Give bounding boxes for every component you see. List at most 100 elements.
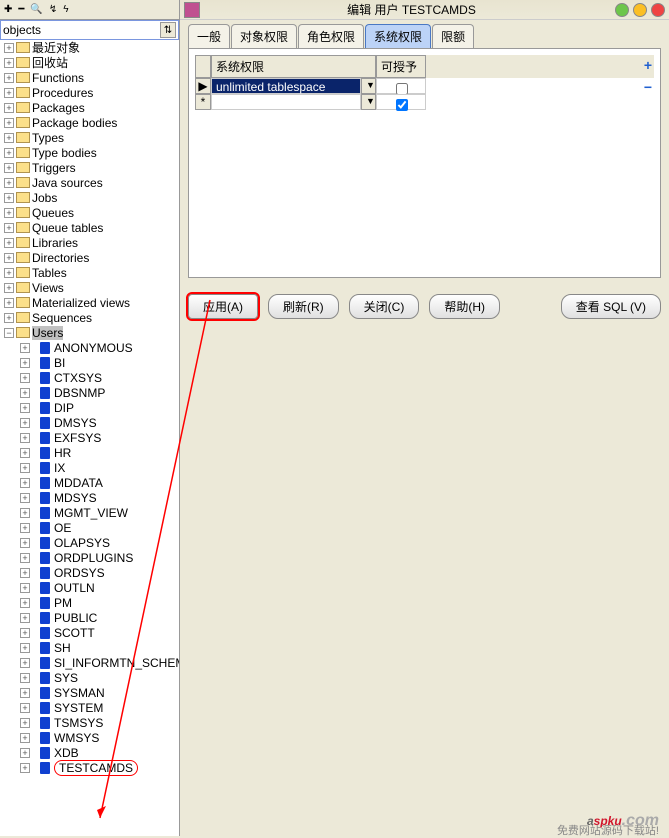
- lightning-icon[interactable]: ϟ: [63, 4, 68, 15]
- expander-icon[interactable]: +: [4, 238, 14, 248]
- user-dbsnmp[interactable]: +DBSNMP: [0, 385, 179, 400]
- tree-folder-users[interactable]: −Users: [0, 325, 179, 340]
- binoculars-icon[interactable]: 🔍: [30, 4, 42, 15]
- col-header-privilege[interactable]: 系统权限: [211, 55, 376, 78]
- expander-icon[interactable]: +: [20, 403, 30, 413]
- expander-icon[interactable]: +: [20, 673, 30, 683]
- expander-icon[interactable]: +: [4, 118, 14, 128]
- tree-folder-directories[interactable]: +Directories: [0, 250, 179, 265]
- tree-folder-packages[interactable]: +Packages: [0, 100, 179, 115]
- expander-icon[interactable]: +: [4, 268, 14, 278]
- expander-icon[interactable]: +: [4, 163, 14, 173]
- tree-folder-views[interactable]: +Views: [0, 280, 179, 295]
- user-ctxsys[interactable]: +CTXSYS: [0, 370, 179, 385]
- expander-icon[interactable]: +: [20, 583, 30, 593]
- user-dip[interactable]: +DIP: [0, 400, 179, 415]
- user-tsmsys[interactable]: +TSMSYS: [0, 715, 179, 730]
- expander-icon[interactable]: +: [4, 178, 14, 188]
- user-anonymous[interactable]: +ANONYMOUS: [0, 340, 179, 355]
- plus-icon[interactable]: ✚: [4, 4, 12, 15]
- expander-icon[interactable]: +: [20, 733, 30, 743]
- objects-dropdown[interactable]: objects ⇅: [0, 20, 179, 40]
- tree-folder-package-bodies[interactable]: +Package bodies: [0, 115, 179, 130]
- expander-icon[interactable]: +: [20, 643, 30, 653]
- user-outln[interactable]: +OUTLN: [0, 580, 179, 595]
- expander-icon[interactable]: +: [20, 553, 30, 563]
- tab-系统权限[interactable]: 系统权限: [365, 24, 431, 48]
- tree-folder-libraries[interactable]: +Libraries: [0, 235, 179, 250]
- tree-folder-type-bodies[interactable]: +Type bodies: [0, 145, 179, 160]
- dropdown-icon[interactable]: ▼: [361, 94, 376, 110]
- chevron-updown-icon[interactable]: ⇅: [160, 22, 176, 38]
- expander-icon[interactable]: +: [20, 478, 30, 488]
- expander-icon[interactable]: +: [4, 193, 14, 203]
- tree-folder-types[interactable]: +Types: [0, 130, 179, 145]
- user-mdsys[interactable]: +MDSYS: [0, 490, 179, 505]
- expander-icon[interactable]: +: [20, 688, 30, 698]
- user-sysman[interactable]: +SYSMAN: [0, 685, 179, 700]
- expander-icon[interactable]: +: [20, 628, 30, 638]
- user-mgmt_view[interactable]: +MGMT_VIEW: [0, 505, 179, 520]
- wrench-icon[interactable]: ↯: [49, 4, 57, 15]
- dropdown-icon[interactable]: ▼: [361, 78, 376, 94]
- user-ix[interactable]: +IX: [0, 460, 179, 475]
- user-exfsys[interactable]: +EXFSYS: [0, 430, 179, 445]
- tab-对象权限[interactable]: 对象权限: [231, 24, 297, 48]
- tree-folder-最近对象[interactable]: +最近对象: [0, 40, 179, 55]
- expander-icon[interactable]: +: [4, 208, 14, 218]
- minus-icon[interactable]: ━: [18, 4, 24, 15]
- remove-row-button[interactable]: −: [644, 79, 652, 95]
- user-wmsys[interactable]: +WMSYS: [0, 730, 179, 745]
- expander-icon[interactable]: +: [20, 598, 30, 608]
- user-sys[interactable]: +SYS: [0, 670, 179, 685]
- maximize-button[interactable]: [633, 3, 647, 17]
- expander-icon[interactable]: +: [4, 103, 14, 113]
- expander-icon[interactable]: +: [20, 343, 30, 353]
- tree-folder-tables[interactable]: +Tables: [0, 265, 179, 280]
- tree-folder-triggers[interactable]: +Triggers: [0, 160, 179, 175]
- tab-角色权限[interactable]: 角色权限: [298, 24, 364, 48]
- user-pm[interactable]: +PM: [0, 595, 179, 610]
- expander-icon[interactable]: +: [20, 493, 30, 503]
- expander-icon[interactable]: +: [20, 358, 30, 368]
- tab-限额[interactable]: 限额: [432, 24, 474, 48]
- col-header-grantable[interactable]: 可授予: [376, 55, 426, 78]
- user-system[interactable]: +SYSTEM: [0, 700, 179, 715]
- expander-icon[interactable]: +: [20, 538, 30, 548]
- tree-folder-materialized-views[interactable]: +Materialized views: [0, 295, 179, 310]
- expander-icon[interactable]: +: [20, 748, 30, 758]
- expander-icon[interactable]: +: [4, 313, 14, 323]
- expander-icon[interactable]: +: [4, 223, 14, 233]
- expander-icon[interactable]: +: [20, 613, 30, 623]
- tab-一般[interactable]: 一般: [188, 24, 230, 48]
- privilege-cell[interactable]: [211, 94, 361, 110]
- user-olapsys[interactable]: +OLAPSYS: [0, 535, 179, 550]
- table-row[interactable]: *▼: [195, 94, 654, 110]
- expander-icon[interactable]: +: [20, 448, 30, 458]
- object-tree[interactable]: +最近对象+回收站+Functions+Procedures+Packages+…: [0, 40, 179, 834]
- user-bi[interactable]: +BI: [0, 355, 179, 370]
- expander-icon[interactable]: −: [4, 328, 14, 338]
- expander-icon[interactable]: +: [20, 433, 30, 443]
- grantable-cell[interactable]: [376, 94, 426, 110]
- expander-icon[interactable]: +: [20, 388, 30, 398]
- expander-icon[interactable]: +: [4, 148, 14, 158]
- expander-icon[interactable]: +: [20, 658, 30, 668]
- expander-icon[interactable]: +: [4, 43, 14, 53]
- refresh-button[interactable]: 刷新(R): [268, 294, 339, 319]
- expander-icon[interactable]: +: [20, 523, 30, 533]
- expander-icon[interactable]: +: [20, 463, 30, 473]
- tree-folder-jobs[interactable]: +Jobs: [0, 190, 179, 205]
- minimize-button[interactable]: [615, 3, 629, 17]
- grantable-checkbox[interactable]: [396, 99, 408, 111]
- user-oe[interactable]: +OE: [0, 520, 179, 535]
- expander-icon[interactable]: +: [20, 373, 30, 383]
- expander-icon[interactable]: +: [4, 133, 14, 143]
- tree-folder-procedures[interactable]: +Procedures: [0, 85, 179, 100]
- user-mddata[interactable]: +MDDATA: [0, 475, 179, 490]
- user-testcamds[interactable]: +TESTCAMDS: [0, 760, 179, 775]
- expander-icon[interactable]: +: [20, 703, 30, 713]
- expander-icon[interactable]: +: [4, 73, 14, 83]
- user-xdb[interactable]: +XDB: [0, 745, 179, 760]
- apply-button[interactable]: 应用(A): [188, 294, 258, 319]
